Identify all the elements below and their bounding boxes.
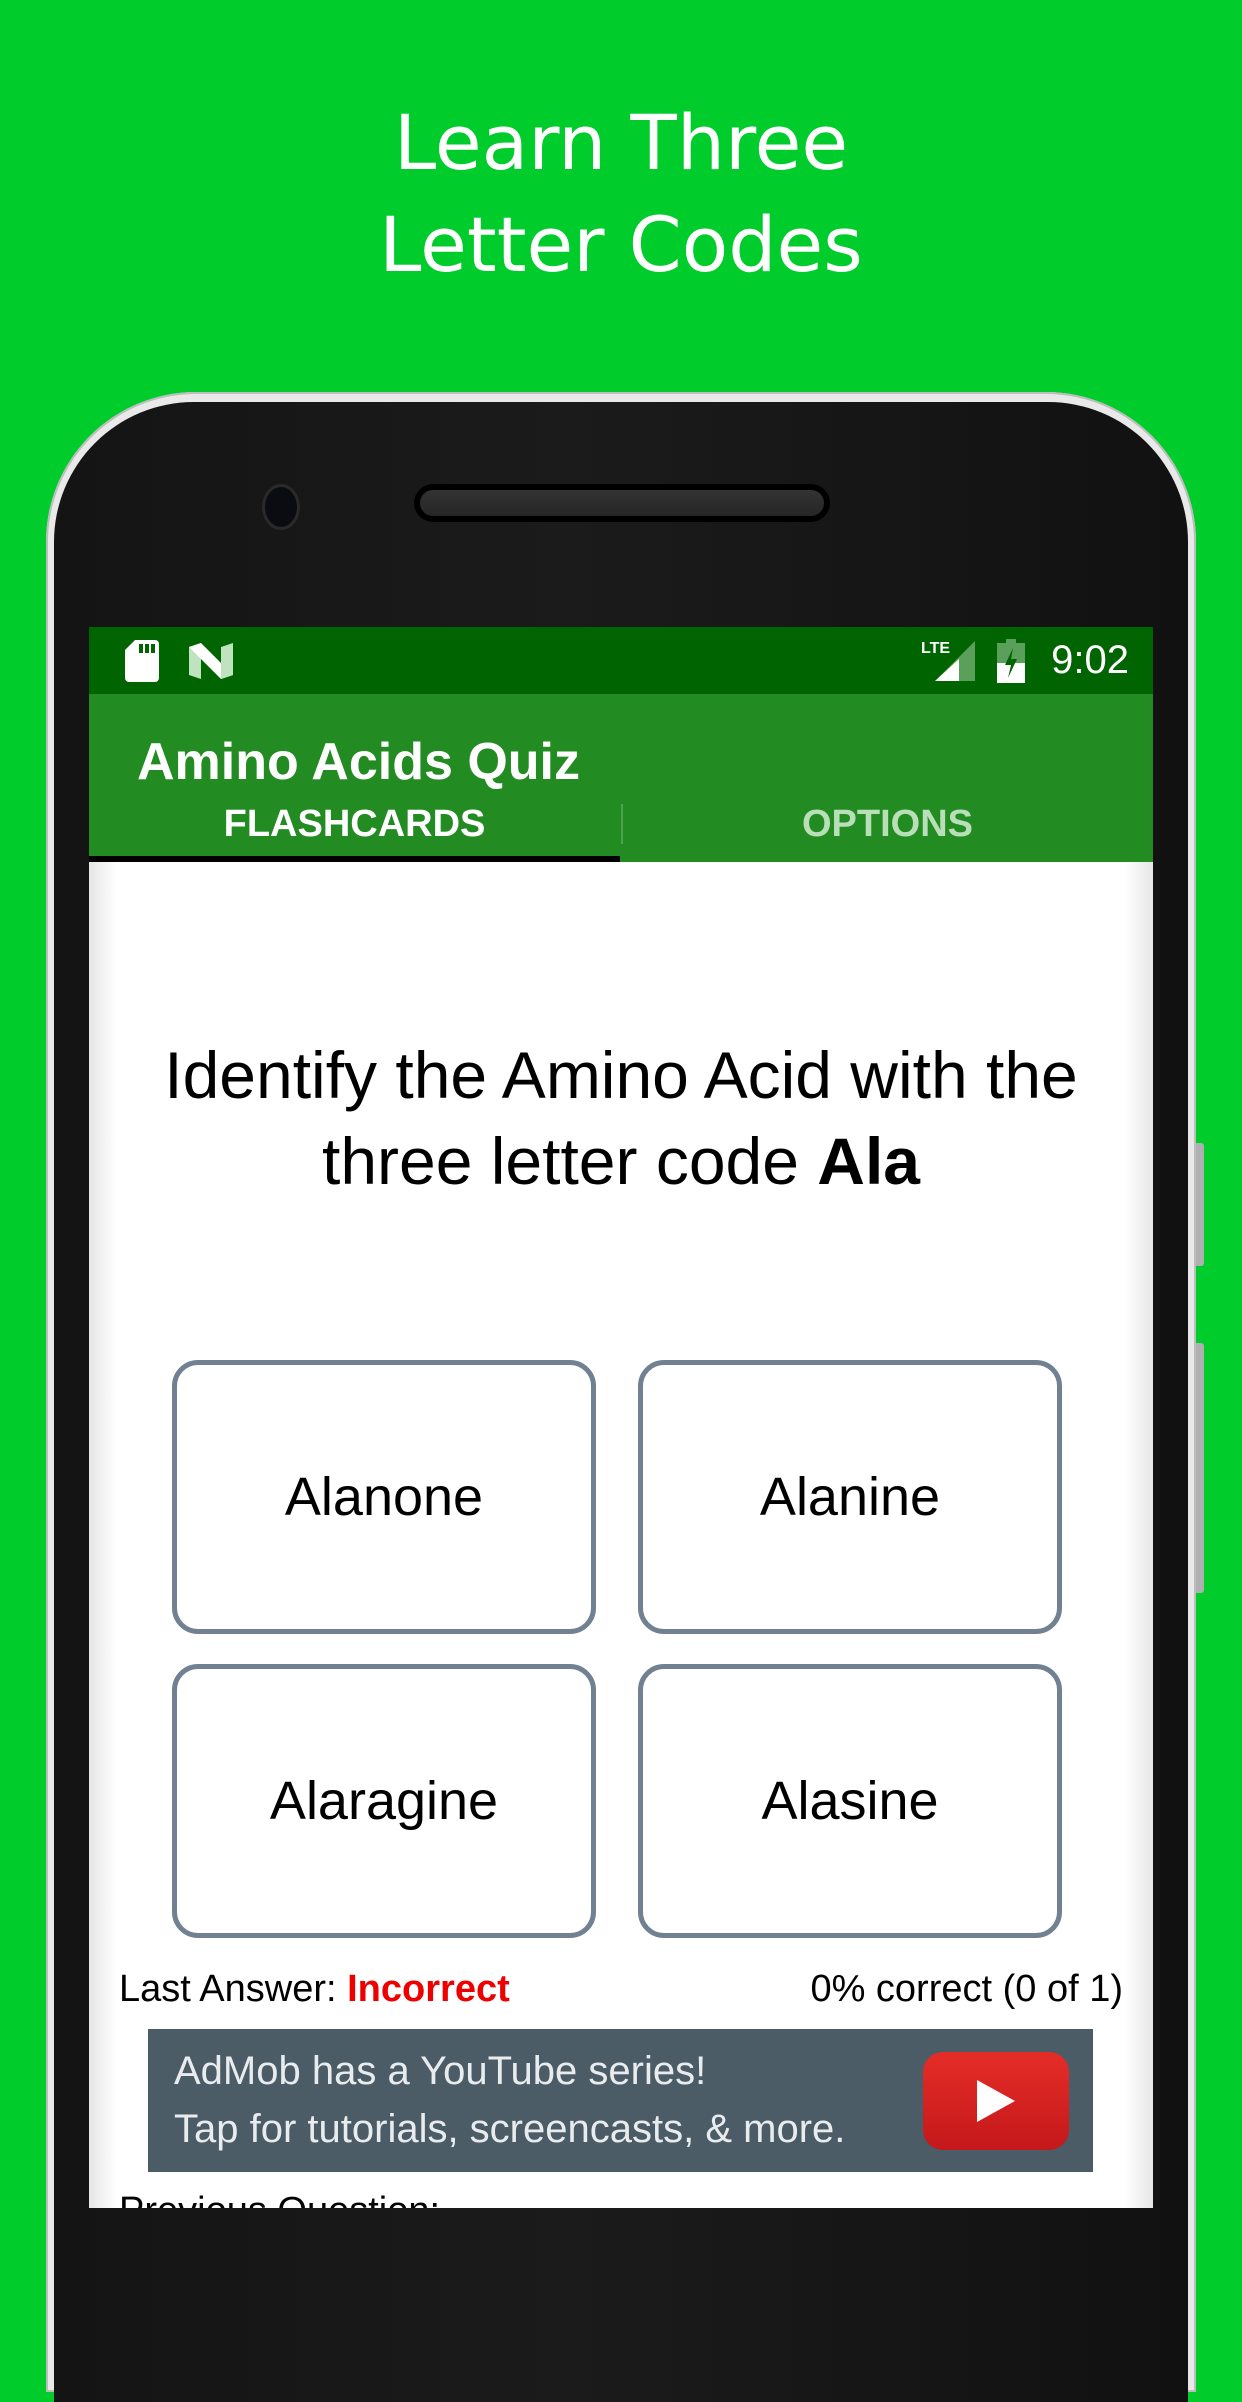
selected-tab-indicator bbox=[89, 856, 620, 862]
promo-headline-line2: Letter Codes bbox=[379, 200, 863, 289]
ad-banner[interactable]: AdMob has a YouTube series! Tap for tuto… bbox=[148, 2029, 1093, 2172]
tab-flashcards[interactable]: FLASHCARDS bbox=[89, 804, 620, 862]
promo-headline: Learn Three Letter Codes bbox=[0, 92, 1242, 296]
ad-line2: Tap for tutorials, screencasts, & more. bbox=[174, 2107, 846, 2151]
score-text: 0% correct (0 of 1) bbox=[810, 1968, 1123, 2010]
ad-line1: AdMob has a YouTube series! bbox=[174, 2049, 707, 2093]
app-bar: Amino Acids Quiz FLASHCARDS OPTIONS bbox=[89, 694, 1153, 862]
previous-question-label: Previous Question: bbox=[119, 2189, 440, 2208]
question-prefix: Identify the Amino Acid with the three l… bbox=[164, 1038, 1078, 1198]
answer-button[interactable]: Alaragine bbox=[172, 1664, 596, 1938]
promo-headline-line1: Learn Three bbox=[393, 98, 849, 187]
answer-button[interactable]: Alasine bbox=[638, 1664, 1062, 1938]
phone-screen: LTE 9:02 Amino Acids Quiz FLASHCARDS OPT… bbox=[89, 627, 1153, 2208]
last-answer-label: Last Answer: bbox=[119, 1968, 348, 2010]
battery-charging-icon bbox=[997, 639, 1025, 688]
last-answer-status: Last Answer: Incorrect bbox=[119, 1967, 510, 2011]
lte-signal-icon: LTE bbox=[921, 637, 977, 688]
front-camera bbox=[262, 484, 300, 530]
question-text: Identify the Amino Acid with the three l… bbox=[129, 1032, 1113, 1204]
answer-button[interactable]: Alanine bbox=[638, 1360, 1062, 1634]
question-code: Ala bbox=[817, 1124, 920, 1198]
app-title: Amino Acids Quiz bbox=[137, 733, 580, 791]
status-bar: LTE 9:02 bbox=[89, 627, 1153, 694]
youtube-play-icon[interactable] bbox=[923, 2052, 1069, 2150]
tab-options[interactable]: OPTIONS bbox=[622, 804, 1153, 862]
earpiece-speaker bbox=[414, 484, 830, 522]
power-button bbox=[1196, 1143, 1204, 1266]
svg-text:LTE: LTE bbox=[921, 640, 950, 657]
answer-button[interactable]: Alanone bbox=[172, 1360, 596, 1634]
sd-card-icon bbox=[125, 640, 159, 687]
volume-button bbox=[1196, 1343, 1204, 1593]
status-time: 9:02 bbox=[1051, 638, 1129, 682]
n-logo-icon bbox=[189, 643, 233, 684]
last-answer-value: Incorrect bbox=[347, 1968, 510, 2010]
